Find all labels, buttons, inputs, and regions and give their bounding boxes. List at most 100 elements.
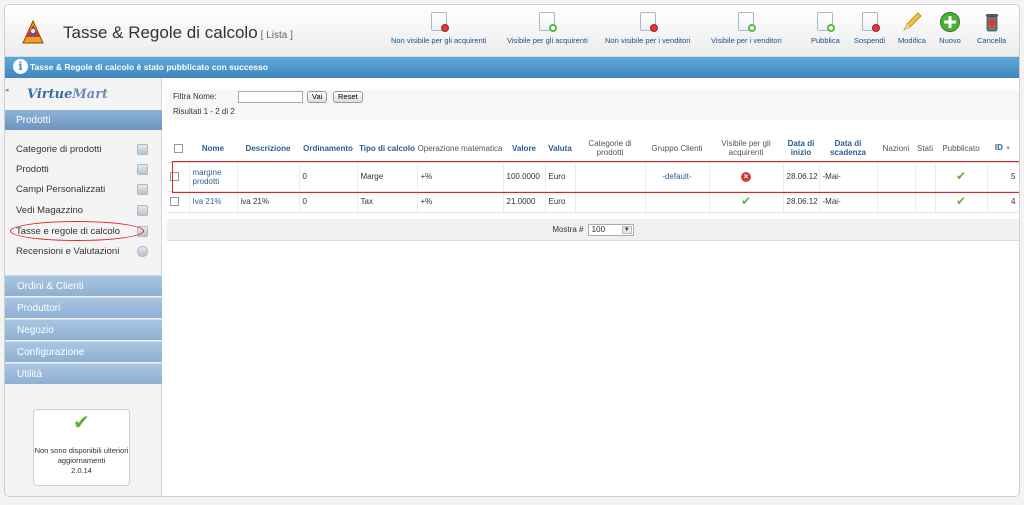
speech-bubble-icon xyxy=(137,246,148,257)
logo-accent: Mart xyxy=(72,87,109,102)
cell-nome[interactable]: Iva 21% xyxy=(189,191,238,213)
toolbar-label: Visibile per gli acquirenti xyxy=(507,36,588,45)
cell-visibile[interactable]: ✔ xyxy=(709,191,784,213)
col-ordinamento[interactable]: Ordinamento xyxy=(299,135,357,163)
unpublish-buyers-button[interactable]: Non visibile per gli acquirenti xyxy=(391,11,486,53)
col-gruppo: Gruppo Clienti xyxy=(645,135,709,163)
select-all-checkbox-cell[interactable] xyxy=(167,135,189,163)
unpublish-button[interactable]: Sospendi xyxy=(854,11,885,53)
pagination-label: Mostra # xyxy=(552,225,584,235)
publish-vendors-button[interactable]: Visibile per i venditori xyxy=(711,11,782,53)
edit-button[interactable]: Modifica xyxy=(898,11,926,53)
toolbar-label: Cancella xyxy=(977,36,1007,45)
logo-main: Virtue xyxy=(27,87,73,102)
sidebar-item-recensioni[interactable]: Recensioni e Valutazioni xyxy=(16,246,156,262)
toolbar-label: Pubblica xyxy=(811,36,840,45)
sidebar-section-ordini[interactable]: Ordini & Clienti xyxy=(5,275,162,296)
cell-stati xyxy=(915,191,936,213)
col-categorie: Categorie di prodotti xyxy=(575,135,645,163)
info-icon: i xyxy=(13,59,28,74)
doc-green-dot-icon xyxy=(536,11,558,33)
doc-red-dot-icon xyxy=(859,11,881,33)
col-operazione: Operazione matematica xyxy=(417,135,503,163)
col-data-inizio[interactable]: Data di inizio xyxy=(783,135,819,163)
col-data-scadenza[interactable]: Data di scadenza xyxy=(819,135,877,163)
sidebar-section-prodotti[interactable]: Prodotti xyxy=(5,110,162,130)
col-descrizione[interactable]: Descrizione xyxy=(237,135,299,163)
box-icon xyxy=(137,164,148,175)
col-nazioni: Nazioni xyxy=(877,135,915,163)
sidebar-item-categorie[interactable]: Categorie di prodotti xyxy=(16,144,156,160)
row-highlight-annotation xyxy=(172,161,1019,193)
toolbar-label: Sospendi xyxy=(854,36,886,45)
cell-data-inizio: 28.06.12 xyxy=(783,191,820,213)
delete-button[interactable]: Cancella xyxy=(977,11,1006,53)
col-id[interactable]: ID ▼ xyxy=(987,135,1019,163)
toolbar-label: Non visibile per i venditori xyxy=(605,36,691,45)
cell-id: 4 xyxy=(987,191,1019,213)
pencil-icon xyxy=(903,12,922,31)
sidebar-section-negozio[interactable]: Negozio xyxy=(5,319,162,340)
table-row: Iva 21% iva 21% 0 Tax +% 21.0000 Euro ✔ … xyxy=(167,191,1019,213)
col-valore[interactable]: Valore xyxy=(503,135,545,163)
cell-pubblicato[interactable]: ✔ xyxy=(935,191,988,213)
sidebar-item-label: Recensioni e Valutazioni xyxy=(16,246,120,257)
folder-icon xyxy=(137,144,148,155)
select-all-checkbox[interactable] xyxy=(173,143,183,153)
col-pubblicato: Pubblicato xyxy=(935,135,987,163)
page-subtitle: [ Lista ] xyxy=(260,30,293,41)
fields-icon xyxy=(137,184,148,195)
sidebar-item-magazzino[interactable]: Vedi Magazzino xyxy=(16,205,156,221)
main-content: Filtra Nome: Vai Reset Risultati 1 - 2 d… xyxy=(167,78,1019,496)
check-icon: ✔ xyxy=(73,412,90,434)
cell-operazione: +% xyxy=(417,191,504,213)
page-size-select[interactable]: 100 ▼ xyxy=(587,224,634,236)
pagination-bar: Mostra # 100 ▼ xyxy=(167,219,1019,241)
collapse-arrow-icon[interactable]: ◂ xyxy=(5,86,9,94)
toolbar-label: Non visibile per gli acquirenti xyxy=(391,36,487,45)
unpublish-vendors-button[interactable]: Non visibile per i venditori xyxy=(605,11,690,53)
col-stati: Stati xyxy=(915,135,935,163)
sidebar-section-produttori[interactable]: Produttori xyxy=(5,297,162,318)
stock-icon xyxy=(137,205,148,216)
publish-button[interactable]: Pubblica xyxy=(811,11,840,53)
cell-gruppo xyxy=(645,191,710,213)
cell-valore: 21.0000 xyxy=(503,191,546,213)
filter-bar: Filtra Nome: Vai Reset Risultati 1 - 2 d… xyxy=(167,90,1019,120)
filter-name-input[interactable] xyxy=(238,91,303,103)
new-button[interactable]: Nuovo xyxy=(939,11,961,53)
header: Tasse & Regole di calcolo[ Lista ] Non v… xyxy=(5,5,1019,57)
results-count: Risultati 1 - 2 di 2 xyxy=(173,107,235,116)
sidebar-item-prodotti[interactable]: Prodotti xyxy=(16,164,156,180)
col-visibile: Visibile per gli acquirenti xyxy=(709,135,783,163)
col-valuta[interactable]: Valuta xyxy=(545,135,575,163)
cell-data-scadenza: -Mai- xyxy=(819,191,878,213)
col-id-label: ID xyxy=(994,142,1003,152)
cell-ordinamento: 0 xyxy=(299,191,358,213)
col-tipo-calcolo[interactable]: Tipo di calcolo xyxy=(357,135,417,163)
update-status-box: ✔ Non sono disponibili ulteriori aggiorn… xyxy=(33,409,130,486)
update-version: 2.0.14 xyxy=(71,466,92,475)
row-checkbox-cell[interactable] xyxy=(167,191,190,213)
page-title: Tasse & Regole di calcolo[ Lista ] xyxy=(63,23,293,43)
publish-buyers-button[interactable]: Visibile per gli acquirenti xyxy=(507,11,588,53)
toolbar-label: Nuovo xyxy=(939,36,961,45)
go-button[interactable]: Vai xyxy=(307,91,328,103)
sidebar-item-label: Prodotti xyxy=(16,164,49,175)
component-logo-icon xyxy=(22,19,44,44)
reset-button[interactable]: Reset xyxy=(333,91,363,103)
published-check-icon[interactable]: ✔ xyxy=(956,194,966,208)
sort-desc-icon: ▼ xyxy=(1005,145,1012,152)
highlight-annotation xyxy=(10,221,144,241)
cell-nazioni xyxy=(877,191,916,213)
sidebar-item-label: Vedi Magazzino xyxy=(16,205,84,216)
col-nome[interactable]: Nome xyxy=(189,135,237,163)
sidebar-section-utilita[interactable]: Utilità xyxy=(5,363,162,384)
sidebar-section-configurazione[interactable]: Configurazione xyxy=(5,341,162,362)
visible-check-icon[interactable]: ✔ xyxy=(741,194,751,208)
update-text: Non sono disponibili ulteriori aggiornam… xyxy=(34,446,129,465)
chevron-down-icon: ▼ xyxy=(621,226,632,234)
message-bar: i Tasse & Regole di calcolo è stato pubb… xyxy=(5,57,1019,78)
sidebar-item-campi[interactable]: Campi Personalizzati xyxy=(16,184,156,200)
row-checkbox[interactable] xyxy=(170,197,179,207)
